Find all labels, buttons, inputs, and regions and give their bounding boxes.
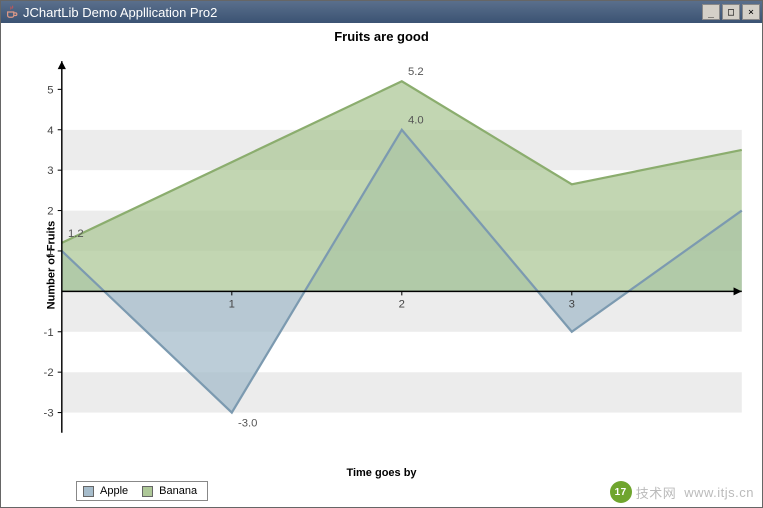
legend-item-banana: Banana <box>142 485 197 497</box>
chart-svg: -3 -2 -1 1 2 3 4 5 1 2 3 1.2 -3.0 5.2 4.0 <box>31 53 750 457</box>
svg-text:-2: -2 <box>44 367 54 379</box>
svg-text:3: 3 <box>47 165 53 177</box>
chart-panel: Fruits are good Number of Fruits -3-2-11… <box>1 23 762 507</box>
java-icon <box>5 5 19 19</box>
svg-text:5.2: 5.2 <box>408 66 424 78</box>
svg-text:4: 4 <box>47 125 53 137</box>
legend-label: Apple <box>100 485 128 497</box>
svg-text:2: 2 <box>47 206 53 218</box>
legend-label: Banana <box>159 485 197 497</box>
plot-area: -3 -2 -1 1 2 3 4 5 1 2 3 1.2 -3.0 5.2 4.0 <box>31 53 750 457</box>
minimize-button[interactable]: _ <box>702 4 720 20</box>
svg-text:2: 2 <box>399 299 405 311</box>
legend-swatch-apple <box>83 486 94 497</box>
window-buttons: _ □ × <box>702 4 760 20</box>
svg-text:1: 1 <box>47 246 53 258</box>
maximize-button[interactable]: □ <box>722 4 740 20</box>
svg-text:1.2: 1.2 <box>68 228 84 240</box>
svg-text:3: 3 <box>569 299 575 311</box>
x-axis-label: Time goes by <box>1 467 762 479</box>
chart-title: Fruits are good <box>1 23 762 44</box>
app-window: JChartLib Demo Appllication Pro2 _ □ × F… <box>0 0 763 508</box>
svg-text:-1: -1 <box>44 327 54 339</box>
svg-text:5: 5 <box>47 84 53 96</box>
titlebar: JChartLib Demo Appllication Pro2 _ □ × <box>1 1 762 23</box>
legend: Apple Banana <box>76 481 208 501</box>
watermark-badge: 17 <box>610 481 632 503</box>
watermark-suffix: 技术网 <box>636 483 677 502</box>
legend-item-apple: Apple <box>83 485 128 497</box>
svg-text:1: 1 <box>229 299 235 311</box>
svg-text:-3: -3 <box>44 408 54 420</box>
window-title: JChartLib Demo Appllication Pro2 <box>23 5 702 20</box>
watermark-url: www.itjs.cn <box>684 485 754 500</box>
legend-swatch-banana <box>142 486 153 497</box>
close-button[interactable]: × <box>742 4 760 20</box>
svg-text:-3.0: -3.0 <box>238 418 257 430</box>
svg-text:4.0: 4.0 <box>408 115 424 127</box>
watermark: 17 技术网 www.itjs.cn <box>610 481 754 503</box>
